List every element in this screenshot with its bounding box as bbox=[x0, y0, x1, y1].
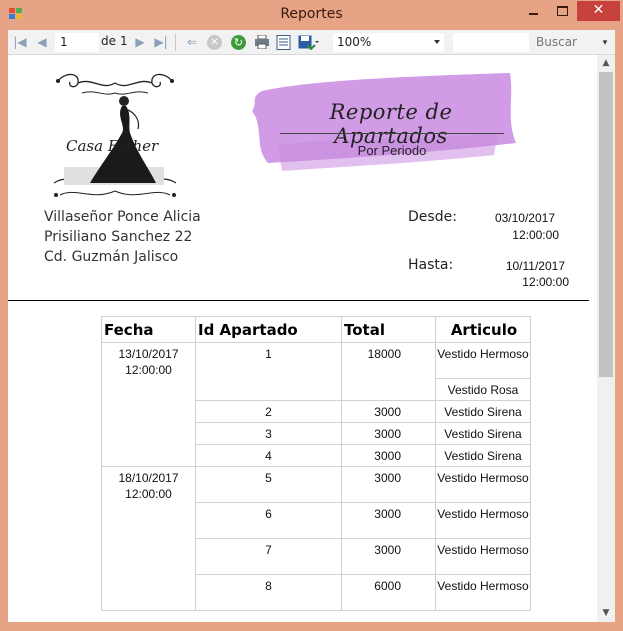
scroll-up-icon[interactable]: ▲ bbox=[597, 55, 615, 72]
close-button[interactable]: ✕ bbox=[577, 1, 620, 21]
table-row: 18/10/2017 12:00:00 5 3000 Vestido Hermoso bbox=[101, 466, 531, 611]
order-id: 7 bbox=[195, 538, 342, 575]
order-time: 12:00:00 bbox=[125, 487, 172, 501]
close-icon: ✕ bbox=[592, 2, 605, 18]
vertical-scrollbar[interactable]: ▲ ▼ bbox=[597, 55, 615, 622]
from-time: 12:00:00 bbox=[512, 228, 559, 242]
date-cell: 18/10/2017 12:00:00 bbox=[101, 466, 196, 611]
article-name: Vestido Hermoso bbox=[435, 574, 531, 611]
page-layout-icon[interactable] bbox=[276, 35, 292, 50]
title-rule bbox=[280, 133, 504, 134]
export-icon[interactable] bbox=[298, 35, 320, 51]
zoom-select[interactable]: 100% bbox=[333, 33, 444, 52]
minimize-button[interactable] bbox=[520, 1, 546, 21]
address-line-1: Villaseñor Ponce Alicia bbox=[44, 209, 201, 225]
refresh-icon[interactable]: ↻ bbox=[231, 35, 246, 50]
last-page-icon[interactable]: ▶| bbox=[153, 34, 169, 51]
order-total: 3000 bbox=[341, 538, 436, 575]
print-icon[interactable] bbox=[254, 34, 270, 50]
column-header-articulo: Articulo bbox=[435, 316, 531, 343]
logo-text: Casa Esther bbox=[66, 137, 159, 155]
table-header-row: Fecha Id Apartado Total Articulo bbox=[101, 316, 531, 343]
order-date: 13/10/2017 bbox=[118, 347, 179, 361]
from-label: Desde: bbox=[408, 209, 457, 225]
find-button[interactable]: Buscar bbox=[536, 35, 577, 49]
maximize-button[interactable] bbox=[549, 1, 575, 21]
article-name: Vestido Hermoso bbox=[435, 466, 531, 503]
page-number-input[interactable]: 1 bbox=[55, 33, 99, 52]
order-id: 5 bbox=[195, 466, 342, 503]
search-input[interactable] bbox=[453, 33, 529, 52]
article-name: Vestido Sirena bbox=[435, 422, 531, 445]
order-total: 18000 bbox=[341, 342, 436, 401]
stop-icon[interactable]: ✕ bbox=[207, 35, 222, 50]
article-name: Vestido Hermoso bbox=[435, 538, 531, 575]
order-total: 3000 bbox=[341, 400, 436, 423]
chevron-down-icon bbox=[434, 40, 440, 44]
header-divider bbox=[8, 300, 589, 301]
first-page-icon[interactable]: |◀ bbox=[12, 34, 28, 51]
order-total: 6000 bbox=[341, 574, 436, 611]
column-header-id: Id Apartado bbox=[195, 316, 342, 343]
order-id: 2 bbox=[195, 400, 342, 423]
previous-page-icon[interactable]: ◀ bbox=[34, 34, 50, 51]
page-of-label: de bbox=[101, 34, 116, 48]
zoom-value: 100% bbox=[337, 35, 372, 49]
date-cell: 13/10/2017 12:00:00 bbox=[101, 342, 196, 467]
article-name: Vestido Hermoso bbox=[435, 342, 531, 379]
table-body: 13/10/2017 12:00:00 1 18000 Vestido Hermoso V… bbox=[101, 342, 531, 611]
next-page-icon[interactable]: ▶ bbox=[132, 34, 148, 51]
casa-esther-logo: Casa Esther bbox=[53, 73, 177, 197]
to-date: 10/11/2017 bbox=[505, 259, 565, 273]
to-label: Hasta: bbox=[408, 257, 454, 273]
order-date: 18/10/2017 bbox=[118, 471, 179, 485]
order-total: 3000 bbox=[341, 422, 436, 445]
scrollbar-thumb[interactable] bbox=[599, 72, 613, 377]
order-total: 3000 bbox=[341, 444, 436, 467]
back-icon[interactable]: ⇐ bbox=[184, 34, 200, 51]
report-page: Casa Esther Reporte de Apartados Por Per… bbox=[8, 55, 597, 622]
toolbar-separator bbox=[175, 34, 176, 51]
report-toolbar: |◀ ◀ 1 de 1 ▶ ▶| ⇐ ✕ ↻ 100% Buscar ▾ bbox=[8, 30, 615, 55]
order-total: 3000 bbox=[341, 502, 436, 539]
column-header-total: Total bbox=[341, 316, 436, 343]
address-line-2: Prisiliano Sanchez 22 bbox=[44, 229, 193, 245]
scroll-down-icon[interactable]: ▼ bbox=[597, 605, 615, 622]
page-total: 1 bbox=[120, 34, 128, 48]
article-name: Vestido Rosa bbox=[435, 378, 531, 401]
article-name: Vestido Sirena bbox=[435, 400, 531, 423]
table-row: 13/10/2017 12:00:00 1 18000 Vestido Hermoso bbox=[101, 342, 531, 467]
from-date: 03/10/2017 bbox=[494, 211, 555, 225]
column-header-fecha: Fecha bbox=[101, 316, 196, 343]
order-id: 6 bbox=[195, 502, 342, 539]
report-title: Reporte de Apartados bbox=[329, 100, 453, 148]
reservations-table: Fecha Id Apartado Total Articulo 13/10/2… bbox=[101, 316, 531, 611]
order-total: 3000 bbox=[341, 466, 436, 503]
order-id: 8 bbox=[195, 574, 342, 611]
order-time: 12:00:00 bbox=[125, 363, 172, 377]
toolbar-overflow-icon[interactable]: ▾ bbox=[598, 35, 612, 51]
article-name: Vestido Hermoso bbox=[435, 502, 531, 539]
address-line-3: Cd. Guzmán Jalisco bbox=[44, 249, 179, 265]
title-bar: Reportes ✕ bbox=[0, 0, 623, 30]
to-time: 12:00:00 bbox=[522, 275, 569, 289]
order-id: 3 bbox=[195, 422, 342, 445]
order-id: 4 bbox=[195, 444, 342, 467]
report-subtitle: Por Periodo bbox=[357, 143, 427, 158]
order-id: 1 bbox=[195, 342, 342, 401]
article-name: Vestido Sirena bbox=[435, 444, 531, 467]
